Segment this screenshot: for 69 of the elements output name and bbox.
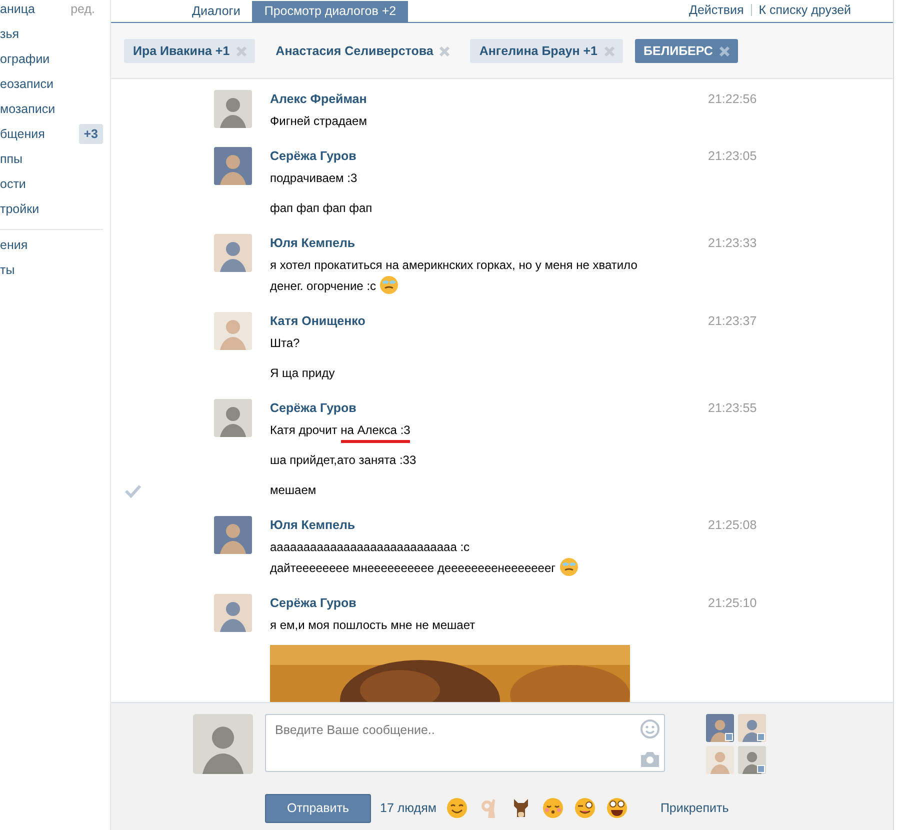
kissing-face-icon[interactable] — [542, 797, 564, 819]
crying-face-icon — [558, 557, 579, 577]
close-icon[interactable] — [604, 46, 614, 56]
author-name[interactable]: Серёжа Гуров — [270, 594, 703, 612]
message-text: аааааааааааааааааааааааааааа :с дайтееееееее мнееееееееее деееееееенееееееег — [270, 537, 579, 578]
dialog-chip[interactable]: БЕЛИБЕРС — [634, 39, 738, 63]
dialog-chip[interactable]: Анастасия Селиверстова — [266, 39, 458, 63]
sidebar-item[interactable]: тройки — [0, 196, 110, 221]
amazed-face-icon[interactable] — [606, 797, 628, 819]
dialog-chip[interactable]: Ангелина Браун +1 — [470, 39, 622, 63]
message-time: 21:23:05 — [707, 148, 758, 165]
sidebar-item[interactable]: ографии — [0, 46, 110, 71]
message-time: 21:23:37 — [707, 313, 758, 330]
author-name[interactable]: Юля Кемпель — [270, 516, 703, 534]
message-time: 21:23:55 — [707, 400, 758, 417]
action-link[interactable]: К списку друзей — [758, 3, 851, 17]
dialog-chip[interactable]: Ира Ивакина +1 — [124, 39, 255, 63]
message-text: я хотел прокатиться на америкнских горках, но у меня не хватило денег. огорчение :с — [270, 257, 638, 296]
message-input[interactable]: Введите Ваше сообщение.. — [265, 714, 665, 772]
attach-link[interactable]: Прикрепить — [660, 801, 729, 815]
smiling-face-icon[interactable] — [446, 797, 468, 819]
message-text: Фигней страдаем — [270, 113, 367, 130]
sidebar-item[interactable]: ости — [0, 171, 110, 196]
tab[interactable]: Просмотр диалогов +2 — [252, 1, 408, 22]
message-text: Катя дрочит на Алекса :3 — [270, 420, 410, 440]
message-time: 21:22:56 — [707, 91, 758, 108]
author-name[interactable]: Серёжа Гуров — [270, 399, 703, 417]
close-icon[interactable] — [236, 46, 247, 56]
message-text: Я ща приду — [270, 365, 335, 382]
author-name[interactable]: Юля Кемпель — [270, 234, 703, 252]
sidebar-item[interactable]: бщения +3 — [0, 121, 110, 146]
avatar — [214, 399, 252, 437]
winking-face-icon[interactable] — [574, 797, 596, 819]
recipients-count[interactable]: 17 людям — [380, 801, 436, 815]
message-text: мешаем — [270, 482, 316, 499]
message-text: я ем,и моя пошлость мне не мешает — [270, 617, 476, 634]
message-text: Шта? — [270, 335, 300, 352]
message-text: фап фап фап фап — [270, 200, 372, 217]
crying-face-icon — [379, 275, 400, 295]
send-button[interactable]: Отправить — [265, 794, 371, 822]
avatar — [214, 147, 252, 185]
tab[interactable]: Диалоги — [180, 1, 252, 22]
camera-icon[interactable] — [640, 749, 660, 769]
close-icon[interactable] — [718, 46, 730, 56]
author-name[interactable]: Катя Онищенко — [270, 312, 703, 330]
sidebar-item[interactable]: ппы — [0, 146, 110, 171]
sidebar-item[interactable]: ения — [0, 232, 110, 257]
close-icon[interactable] — [439, 46, 450, 56]
message-text: ша прийдет,ато занята :33 — [270, 452, 416, 469]
sidebar-item[interactable]: аница ред. — [0, 0, 110, 21]
avatar — [214, 312, 252, 350]
sidebar-item[interactable]: мозаписи — [0, 96, 110, 121]
sidebar-item[interactable]: зья — [0, 21, 110, 46]
author-name[interactable]: Серёжа Гуров — [270, 147, 703, 165]
sidebar-item[interactable]: еозаписи — [0, 71, 110, 96]
avatar — [214, 234, 252, 272]
unread-badge: +3 — [78, 124, 103, 144]
sidebar-item[interactable]: ты — [0, 257, 110, 282]
message-text: подрачиваем :3 — [270, 170, 358, 187]
smiley-icon[interactable] — [640, 719, 660, 739]
avatar — [214, 516, 252, 554]
message-time: 21:25:10 — [707, 595, 758, 612]
avatar — [214, 90, 252, 128]
author-name[interactable]: Алекс Фрейман — [270, 90, 703, 108]
action-link[interactable]: Действия — [689, 3, 744, 17]
avatar — [214, 594, 252, 632]
message-time: 21:25:08 — [707, 517, 758, 534]
message-time: 21:23:33 — [707, 235, 758, 252]
avatar — [193, 714, 253, 774]
